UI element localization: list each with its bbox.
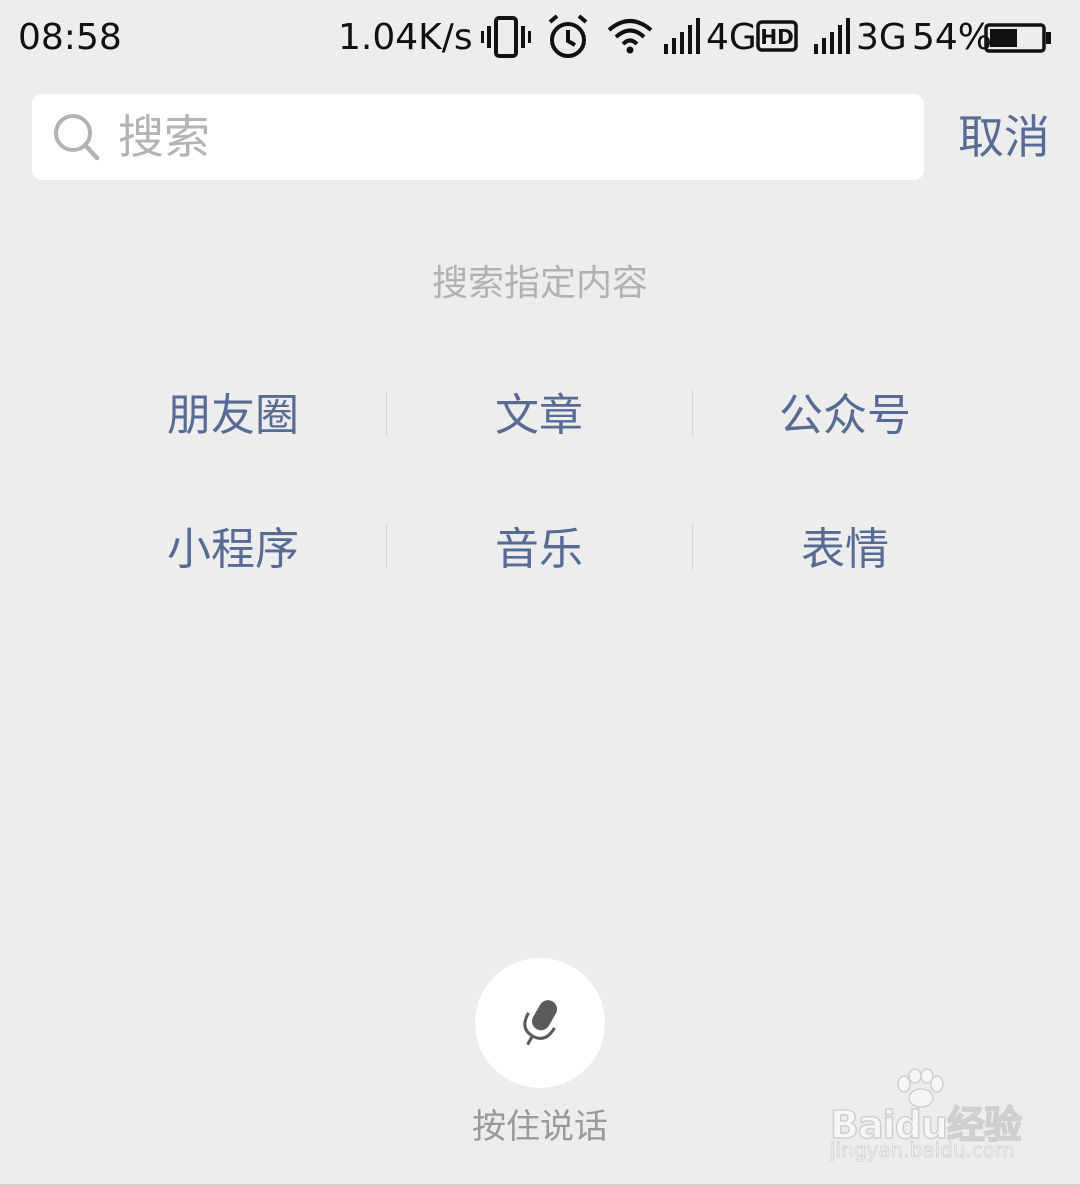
category-official-accounts[interactable]: 公众号	[692, 386, 998, 446]
network-type-label: 3G	[856, 17, 907, 58]
category-articles[interactable]: 文章	[386, 386, 692, 446]
voice-search-button[interactable]	[475, 958, 605, 1088]
status-time: 08:58	[18, 17, 122, 58]
hd-badge-text: HD	[760, 25, 793, 49]
search-hint: 搜索指定内容	[431, 263, 648, 304]
category-mini-programs[interactable]: 小程序	[80, 520, 386, 580]
alarm-icon	[548, 14, 588, 58]
status-bar: 08:58 1.04K/s 4G HD 3G 54%	[0, 0, 1080, 76]
battery-percent: 54%	[912, 17, 993, 58]
vibrate-icon	[481, 16, 531, 58]
search-input[interactable]	[118, 96, 908, 178]
microphone-icon	[523, 1000, 558, 1046]
signal-strength-icon	[664, 18, 700, 54]
watermark-url: jingyan.baidu.com	[830, 1138, 1015, 1163]
hd-icon: HD	[756, 20, 798, 52]
category-stickers[interactable]: 表情	[692, 520, 998, 580]
baidu-watermark: Baidu经验 jingyan.baidu.com	[826, 1066, 1026, 1166]
network-type-label: 4G	[706, 17, 757, 58]
search-icon	[54, 114, 100, 161]
category-moments[interactable]: 朋友圈	[80, 386, 386, 446]
wifi-icon	[607, 19, 653, 54]
cancel-button[interactable]: 取消	[958, 106, 1050, 168]
battery-icon	[984, 23, 1051, 53]
battery-fill	[990, 29, 1017, 47]
category-music[interactable]: 音乐	[386, 520, 692, 580]
network-speed: 1.04K/s	[338, 17, 473, 58]
signal-strength-icon	[814, 18, 850, 54]
